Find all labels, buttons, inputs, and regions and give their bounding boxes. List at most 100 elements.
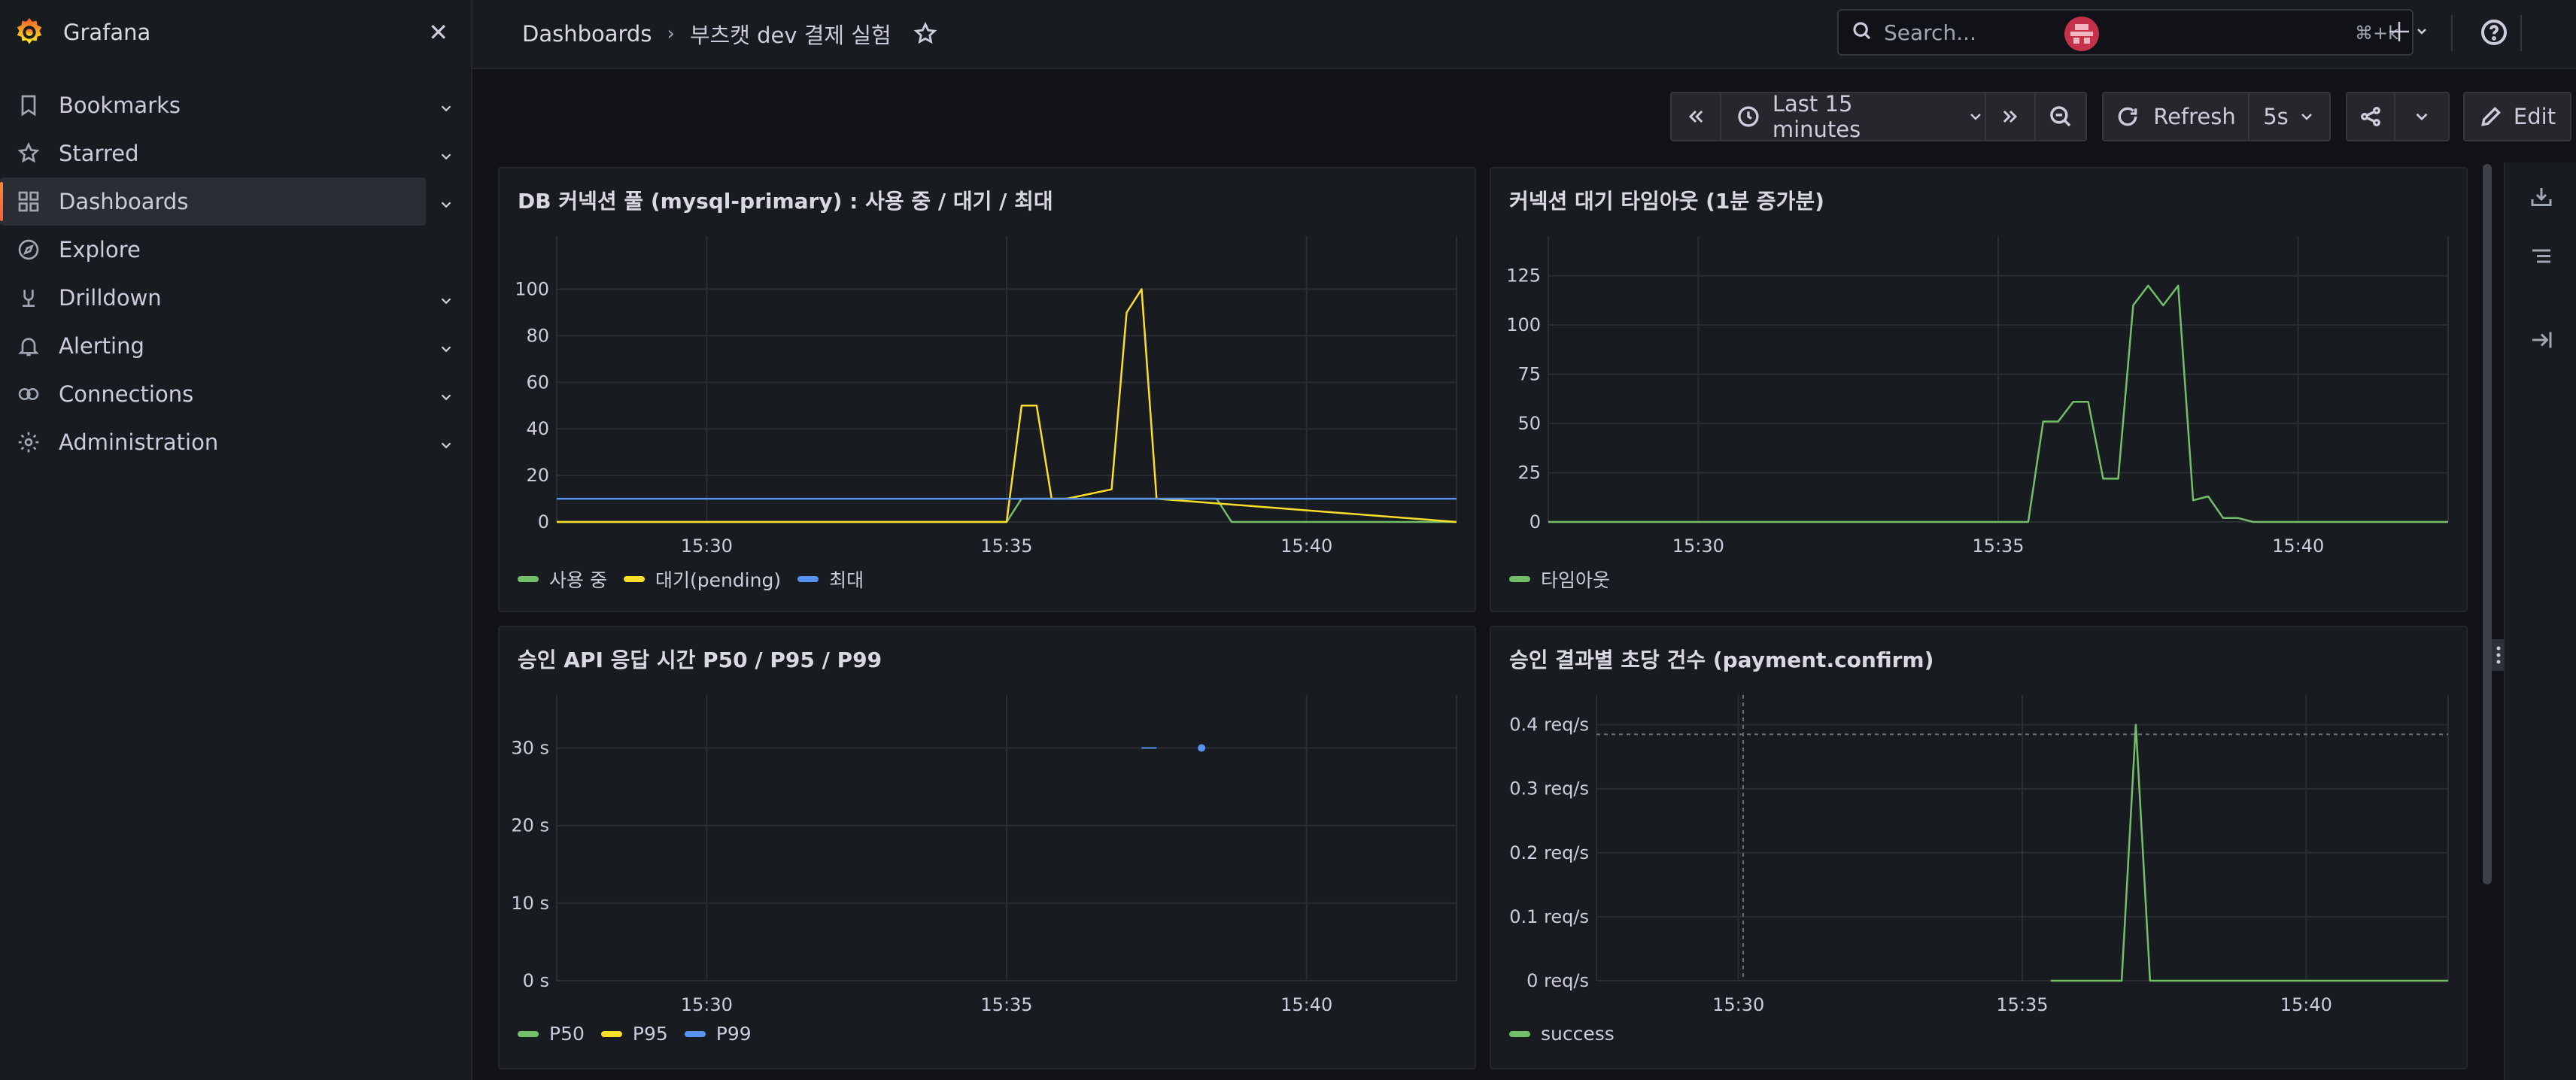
- chart-db-connection-pool: 0 20 40 60 80 100 15:30 15:35 15:40: [515, 236, 1457, 557]
- search-input[interactable]: Search... ⌘+k: [1837, 9, 2413, 56]
- panel-db-connection-pool[interactable]: DB 커넥션 풀 (mysql-primary) : 사용 중 / 대기 / 최…: [498, 167, 1476, 612]
- dashboards-grid-icon: [15, 188, 42, 215]
- chevron-down-icon[interactable]: [438, 96, 454, 113]
- legend-swatch: [600, 1030, 622, 1037]
- breadcrumb-current: 부츠캣 dev 결제 실험: [689, 23, 892, 48]
- outline-icon[interactable]: [2528, 244, 2555, 274]
- brand-name: Grafana: [63, 20, 151, 45]
- legend-swatch: [1509, 576, 1530, 582]
- legend-swatch: [684, 1030, 706, 1037]
- legend-item[interactable]: 사용 중: [518, 566, 607, 593]
- right-rail: [2504, 162, 2576, 1080]
- y-tick-label: 0.2 req/s: [1509, 842, 1589, 863]
- y-tick-label: 60: [526, 372, 549, 393]
- divider: [2520, 15, 2522, 51]
- sidebar-item-label: Connections: [59, 381, 194, 407]
- time-range-picker[interactable]: Last 15 minutes: [1720, 91, 1986, 142]
- chevron-down-icon[interactable]: [438, 385, 454, 402]
- close-menu-icon[interactable]: ✕: [428, 18, 448, 47]
- x-tick-label: 15:35: [1996, 994, 2048, 1015]
- sidebar-item-drilldown[interactable]: Drilldown: [0, 274, 471, 322]
- gear-icon: [15, 429, 42, 456]
- breadcrumb-separator-icon: ›: [667, 23, 675, 45]
- sidebar-item-label: Alerting: [59, 333, 144, 359]
- refresh-label: Refresh: [2153, 104, 2236, 129]
- chart-api-latency: 0 s 10 s 20 s 30 s 15:30 15:35 15:40: [511, 695, 1457, 1015]
- sidebar-item-bookmarks[interactable]: Bookmarks: [0, 81, 471, 129]
- breadcrumb: Dashboards › 부츠캣 dev 결제 실험: [522, 18, 938, 50]
- legend-label: success: [1541, 1023, 1615, 1045]
- legend-item[interactable]: 대기(pending): [623, 566, 782, 593]
- time-forward-button[interactable]: [1985, 92, 2036, 141]
- x-tick-label: 15:30: [1712, 994, 1764, 1015]
- x-tick-label: 15:30: [681, 535, 733, 557]
- y-tick-label: 75: [1517, 364, 1541, 385]
- more-vertical-icon: [2496, 646, 2501, 664]
- import-icon[interactable]: [2528, 184, 2555, 214]
- x-tick-label: 15:35: [980, 994, 1032, 1015]
- legend-label: 대기(pending): [655, 569, 782, 591]
- y-tick-label: 100: [515, 279, 549, 300]
- help-icon[interactable]: [2480, 18, 2508, 50]
- refresh-button[interactable]: Refresh: [2102, 92, 2249, 141]
- compass-icon: [15, 236, 42, 263]
- favorite-star-icon[interactable]: [913, 21, 938, 47]
- sidebar-item-label: Dashboards: [59, 189, 189, 214]
- chevron-down-icon[interactable]: [438, 289, 454, 305]
- edit-button[interactable]: Edit: [2463, 92, 2571, 141]
- legend-item[interactable]: 타임아웃: [1509, 566, 1610, 593]
- y-tick-label: 0.4 req/s: [1509, 714, 1589, 736]
- brand[interactable]: Grafana ✕: [0, 0, 471, 65]
- bell-icon: [15, 332, 42, 359]
- panel-connection-timeout[interactable]: 커넥션 대기 타임아웃 (1분 증가분) 0 25 50 75 100 125 15:30 1…: [1490, 167, 2468, 612]
- legend: success: [1509, 1023, 1631, 1045]
- time-back-button[interactable]: [1670, 92, 1721, 141]
- share-button[interactable]: [2346, 92, 2395, 141]
- avatar[interactable]: [2064, 17, 2099, 51]
- x-tick-label: 15:30: [1672, 535, 1724, 557]
- panel-api-latency[interactable]: 승인 API 응답 시간 P50 / P95 / P99 0 s 10 s 20 s…: [498, 626, 1476, 1069]
- sidebar-item-starred[interactable]: Starred: [0, 129, 471, 177]
- panel-confirm-rate[interactable]: 승인 결과별 초당 건수 (payment.confirm) 0 req/s 0.…: [1490, 626, 2514, 1069]
- sidebar-item-dashboards[interactable]: Dashboards: [0, 177, 451, 226]
- sidebar-item-explore[interactable]: Explore: [0, 226, 471, 274]
- chevron-down-icon[interactable]: [438, 433, 454, 450]
- refresh-interval-label: 5s: [2263, 104, 2289, 129]
- sidebar-item-connections[interactable]: Connections: [0, 370, 471, 418]
- add-menu[interactable]: [2388, 18, 2432, 48]
- legend: 사용 중 대기(pending) 최대: [518, 566, 880, 593]
- legend-item[interactable]: success: [1509, 1023, 1615, 1045]
- sidebar-item-label: Starred: [59, 141, 139, 166]
- x-tick-label: 15:40: [1280, 994, 1332, 1015]
- sidebar-item-administration[interactable]: Administration: [0, 418, 471, 466]
- chevron-down-icon[interactable]: [438, 144, 454, 161]
- sidebar-item-label: Bookmarks: [59, 93, 181, 118]
- chevron-down-icon[interactable]: [438, 337, 454, 353]
- legend-label: 타임아웃: [1541, 569, 1611, 591]
- connections-icon: [15, 381, 42, 408]
- legend-item[interactable]: P95: [600, 1023, 668, 1045]
- sidebar: Grafana ✕ Bookmarks Starred Dashboards Expl…: [0, 0, 472, 1080]
- y-tick-label: 0: [1530, 511, 1541, 532]
- scrollbar[interactable]: [2483, 164, 2492, 884]
- chevron-down-icon: [1970, 114, 1981, 120]
- time-range-label: Last 15 minutes: [1772, 91, 1861, 142]
- legend: 타임아웃: [1509, 566, 1627, 593]
- legend-item[interactable]: 최대: [797, 566, 864, 593]
- y-tick-label: 20: [526, 465, 549, 486]
- collapse-rail-icon[interactable]: [2528, 326, 2555, 356]
- share-menu-button[interactable]: [2394, 92, 2450, 141]
- breadcrumb-dashboards[interactable]: Dashboards: [522, 21, 652, 47]
- sidebar-item-alerting[interactable]: Alerting: [0, 322, 471, 370]
- x-tick-label: 15:40: [1280, 535, 1332, 557]
- x-tick-label: 15:35: [980, 535, 1032, 557]
- zoom-out-button[interactable]: [2034, 92, 2087, 141]
- clock-icon: [1738, 106, 1759, 127]
- chevron-down-icon[interactable]: [438, 193, 454, 209]
- y-tick-label: 0 req/s: [1526, 970, 1589, 991]
- data-point: [1198, 744, 1206, 752]
- legend-item[interactable]: P50: [518, 1023, 585, 1045]
- legend-item[interactable]: P99: [684, 1023, 752, 1045]
- legend-label: P95: [632, 1023, 668, 1045]
- refresh-interval-picker[interactable]: 5s: [2248, 92, 2331, 141]
